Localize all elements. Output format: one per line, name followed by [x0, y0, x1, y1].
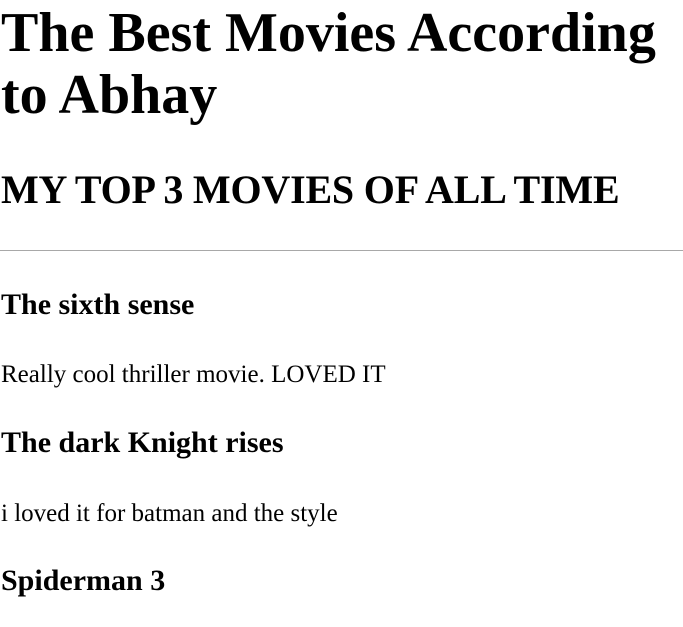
movie-description-1: Really cool thriller movie. LOVED IT: [1, 361, 386, 388]
page: The Best Movies According to Abhay MY TO…: [0, 0, 683, 627]
movie-description-2: i loved it for batman and the style: [1, 500, 338, 527]
page-title: The Best Movies According to Abhay: [1, 2, 656, 126]
movie-title-1: The sixth sense: [1, 288, 195, 321]
section-title: MY TOP 3 MOVIES OF ALL TIME: [1, 167, 620, 212]
movie-title-3: Spiderman 3: [1, 564, 166, 597]
movie-title-2: The dark Knight rises: [1, 426, 284, 459]
divider: [0, 250, 683, 251]
